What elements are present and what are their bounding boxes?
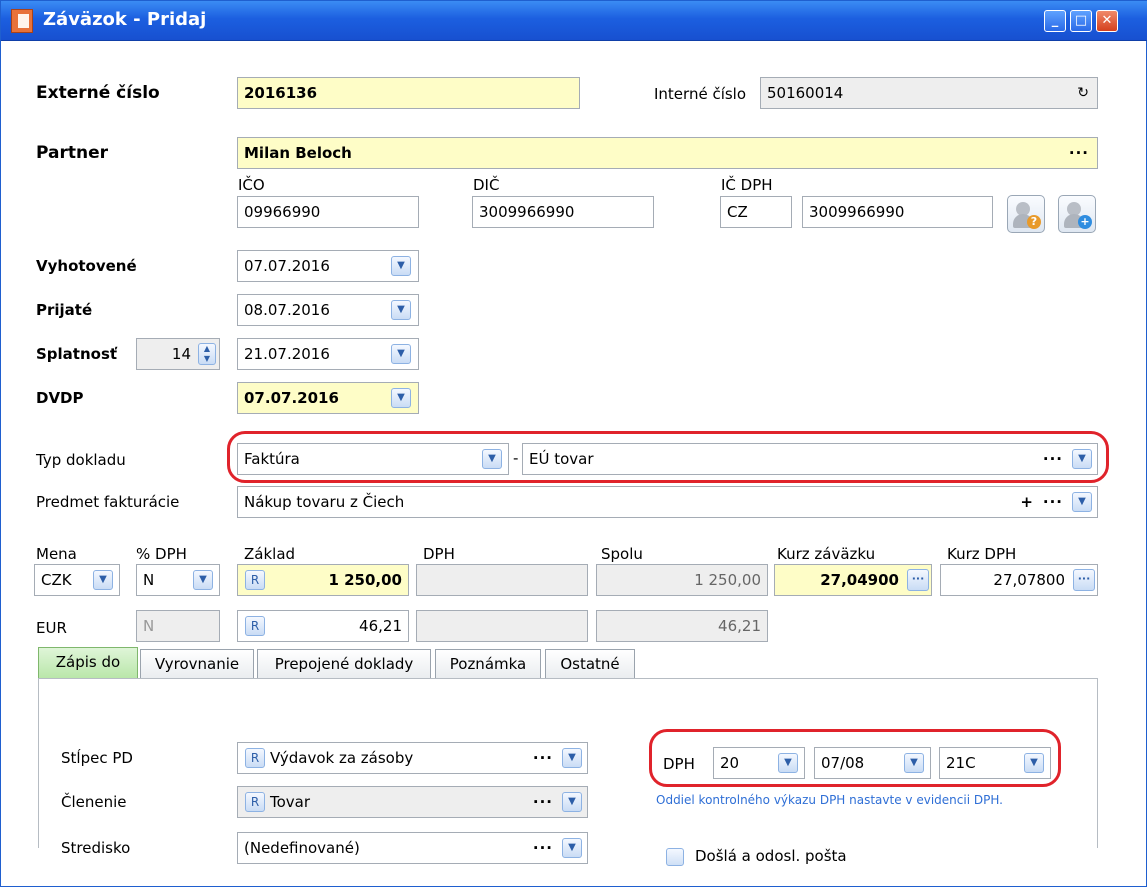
clenenie-value: Tovar bbox=[270, 793, 311, 811]
partner-label: Partner bbox=[36, 143, 109, 163]
splatnost-dropdown-icon[interactable]: ▼ bbox=[391, 344, 411, 364]
typ-dokladu-label: Typ dokladu bbox=[36, 451, 126, 469]
stredisko-more-icon[interactable]: ··· bbox=[533, 841, 553, 856]
kurz-dph-more-button[interactable]: ··· bbox=[1073, 569, 1095, 591]
predmet-label: Predmet fakturácie bbox=[36, 493, 180, 511]
stredisko-dropdown-icon[interactable]: ▼ bbox=[562, 838, 582, 858]
icdph-input[interactable]: 3009966990 bbox=[802, 196, 993, 228]
icdph-label: IČ DPH bbox=[721, 176, 773, 194]
ico-label: IČO bbox=[238, 176, 265, 194]
spolu-label: Spolu bbox=[601, 545, 643, 563]
kurz-dph-label: Kurz DPH bbox=[947, 545, 1017, 563]
dialog-window: Záväzok - Pridaj _ □ ✕ Externé číslo 201… bbox=[0, 0, 1147, 887]
partner-more-icon[interactable]: ··· bbox=[1069, 146, 1089, 161]
vyhotovene-value: 07.07.2016 bbox=[244, 257, 330, 275]
dph-pct-dropdown-icon[interactable]: ▼ bbox=[193, 570, 213, 590]
tab-ostatne[interactable]: Ostatné bbox=[545, 649, 635, 679]
stlpec-more-icon[interactable]: ··· bbox=[533, 751, 553, 766]
clenenie-r-button[interactable]: R bbox=[245, 792, 265, 812]
stlpec-label: Stĺpec PD bbox=[61, 749, 133, 767]
refresh-icon[interactable]: ↻ bbox=[1077, 78, 1089, 108]
dvdp-label: DVDP bbox=[36, 389, 84, 407]
eur-dph-pct-input[interactable]: N bbox=[136, 610, 220, 642]
tab-prepojene-doklady[interactable]: Prepojené doklady bbox=[257, 649, 431, 679]
stlpec-r-button[interactable]: R bbox=[245, 748, 265, 768]
externe-cislo-label: Externé číslo bbox=[36, 83, 160, 103]
icdph-prefix-input[interactable]: CZ bbox=[720, 196, 792, 228]
plus-icon[interactable]: + bbox=[1020, 487, 1033, 517]
prijate-dropdown-icon[interactable]: ▼ bbox=[391, 300, 411, 320]
plus-icon: + bbox=[1078, 215, 1092, 229]
predmet-dropdown-icon[interactable]: ▼ bbox=[1072, 492, 1092, 512]
kurz-zavazku-label: Kurz záväzku bbox=[777, 545, 876, 563]
eur-label: EUR bbox=[36, 619, 67, 637]
predmet-more-icon[interactable]: ··· bbox=[1043, 495, 1063, 510]
zaklad-value: 1 250,00 bbox=[328, 571, 402, 589]
zaklad-label: Základ bbox=[244, 545, 296, 563]
externe-cislo-input[interactable]: 2016136 bbox=[237, 77, 580, 109]
predmet-value: Nákup tovaru z Čiech bbox=[244, 493, 405, 511]
interne-cislo-label: Interné číslo bbox=[654, 85, 747, 103]
stlpec-select[interactable]: Výdavok za zásoby ··· bbox=[237, 742, 588, 774]
eur-recalc-button[interactable]: R bbox=[245, 616, 265, 636]
stredisko-label: Stredisko bbox=[61, 839, 131, 857]
highlight-oval-typ bbox=[227, 431, 1109, 483]
dph-label: DPH bbox=[423, 545, 455, 563]
interne-cislo-value: 50160014 bbox=[767, 84, 844, 102]
eur-dph-input[interactable] bbox=[416, 610, 588, 642]
splatnost-spinner-icon[interactable]: ▲ ▼ bbox=[198, 343, 216, 365]
vyhotovene-label: Vyhotovené bbox=[36, 257, 137, 275]
mena-value: CZK bbox=[41, 571, 72, 589]
predmet-input[interactable]: Nákup tovaru z Čiech + ··· bbox=[237, 486, 1098, 518]
recalc-button[interactable]: R bbox=[245, 570, 265, 590]
eur-zaklad-value: 46,21 bbox=[359, 617, 402, 635]
dvdp-dropdown-icon[interactable]: ▼ bbox=[391, 388, 411, 408]
partner-lookup-button[interactable]: ? bbox=[1007, 195, 1045, 233]
prijate-value: 08.07.2016 bbox=[244, 301, 330, 319]
interne-cislo-input[interactable]: 50160014 ↻ bbox=[760, 77, 1098, 109]
partner-input[interactable]: Milan Beloch ··· bbox=[237, 137, 1098, 169]
question-icon: ? bbox=[1027, 215, 1041, 229]
eur-spolu-input[interactable]: 46,21 bbox=[596, 610, 768, 642]
dph-pct-label: % DPH bbox=[136, 545, 187, 563]
splatnost-label: Splatnosť bbox=[36, 345, 118, 363]
prijate-label: Prijaté bbox=[36, 301, 93, 319]
add-partner-button[interactable]: + bbox=[1058, 195, 1096, 233]
posta-label: Došlá a odosl. pošta bbox=[695, 847, 847, 865]
ico-input[interactable]: 09966990 bbox=[237, 196, 419, 228]
mena-label: Mena bbox=[36, 545, 77, 563]
dic-input[interactable]: 3009966990 bbox=[472, 196, 654, 228]
posta-checkbox[interactable] bbox=[666, 848, 684, 866]
dph-input[interactable] bbox=[416, 564, 588, 596]
stredisko-value: (Nedefinované) bbox=[244, 839, 360, 857]
highlight-oval-dph bbox=[649, 729, 1061, 787]
spolu-input[interactable]: 1 250,00 bbox=[596, 564, 768, 596]
tab-vyrovnanie[interactable]: Vyrovnanie bbox=[140, 649, 254, 679]
kurz-zavazku-more-button[interactable]: ··· bbox=[907, 569, 929, 591]
stredisko-select[interactable]: (Nedefinované) ··· bbox=[237, 832, 588, 864]
splatnost-value: 21.07.2016 bbox=[244, 345, 330, 363]
clenenie-select[interactable]: Tovar ··· bbox=[237, 786, 588, 818]
dic-label: DIČ bbox=[473, 176, 500, 194]
stlpec-value: Výdavok za zásoby bbox=[270, 749, 414, 767]
clenenie-more-icon[interactable]: ··· bbox=[533, 795, 553, 810]
tab-zapis-do[interactable]: Zápis do bbox=[38, 647, 138, 679]
partner-value: Milan Beloch bbox=[244, 144, 352, 162]
dph-pct-value: N bbox=[143, 571, 155, 589]
dph-note: Oddiel kontrolného výkazu DPH nastavte v… bbox=[656, 793, 1003, 807]
dvdp-value: 07.07.2016 bbox=[244, 389, 339, 407]
mena-dropdown-icon[interactable]: ▼ bbox=[93, 570, 113, 590]
tab-poznamka[interactable]: Poznámka bbox=[435, 649, 541, 679]
stlpec-dropdown-icon[interactable]: ▼ bbox=[562, 748, 582, 768]
clenenie-label: Členenie bbox=[61, 793, 127, 811]
vyhotovene-dropdown-icon[interactable]: ▼ bbox=[391, 256, 411, 276]
clenenie-dropdown-icon[interactable]: ▼ bbox=[562, 792, 582, 812]
